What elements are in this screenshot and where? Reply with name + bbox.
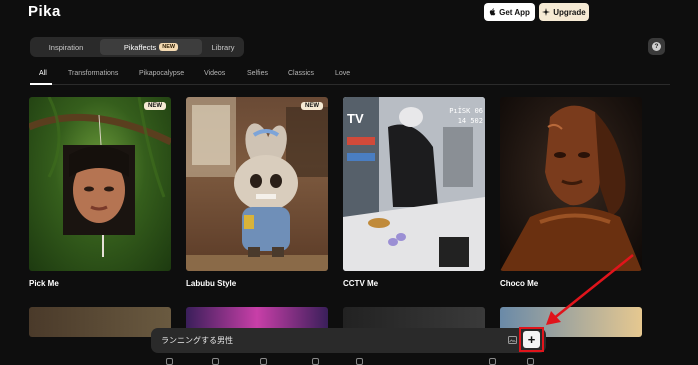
- cctv-overlay-text: TV: [347, 111, 364, 126]
- tab-pikaffects[interactable]: Pikaffects NEW: [100, 39, 202, 55]
- image-upload-icon[interactable]: [508, 336, 517, 344]
- effect-card-labubu-style[interactable]: NEW: [186, 97, 328, 271]
- upgrade-button[interactable]: Upgrade: [539, 3, 589, 21]
- upgrade-label: Upgrade: [553, 7, 586, 17]
- prompt-bar: [151, 328, 546, 353]
- highlight-box: [519, 327, 544, 352]
- tab-label: Inspiration: [48, 42, 84, 52]
- get-app-button[interactable]: Get App: [484, 3, 535, 21]
- category-videos[interactable]: Videos: [204, 70, 225, 77]
- apple-icon: [489, 8, 496, 16]
- card-title: CCTV Me: [343, 279, 379, 288]
- effect-card-row2-1[interactable]: [29, 307, 171, 337]
- prompt-input[interactable]: [161, 334, 501, 347]
- active-category-indicator: [30, 83, 52, 85]
- toolbar-icon[interactable]: [260, 358, 267, 365]
- tab-label: Library: [211, 42, 235, 52]
- category-all[interactable]: All: [39, 70, 47, 77]
- card-title: Choco Me: [500, 279, 539, 288]
- category-classics[interactable]: Classics: [288, 70, 314, 77]
- toolbar-icon[interactable]: [527, 358, 534, 365]
- choco-me-thumbnail: [500, 105, 642, 271]
- card-title: Pick Me: [29, 279, 59, 288]
- toolbar-icon[interactable]: [489, 358, 496, 365]
- pick-me-thumbnail: [29, 97, 171, 257]
- section-tabs: Inspiration Pikaffects NEW Library: [30, 37, 244, 57]
- tab-library[interactable]: Library: [204, 39, 242, 55]
- category-transformations[interactable]: Transformations: [68, 70, 118, 77]
- top-bar: Pika Get App Upgrade: [0, 0, 698, 26]
- question-icon: ?: [652, 42, 661, 51]
- category-divider: [30, 84, 670, 85]
- category-selfies[interactable]: Selfies: [247, 70, 268, 77]
- toolbar-icon[interactable]: [166, 358, 173, 365]
- card-title: Labubu Style: [186, 279, 237, 288]
- tab-inspiration[interactable]: Inspiration: [33, 39, 99, 55]
- effect-card-cctv-me[interactable]: TV PıİSK 06 14 502: [343, 97, 485, 271]
- category-pikapocalypse[interactable]: Pikapocalypse: [139, 70, 184, 77]
- new-badge: NEW: [301, 102, 323, 110]
- effect-card-choco-me[interactable]: [500, 97, 642, 271]
- help-button[interactable]: ?: [648, 38, 665, 55]
- toolbar-icon[interactable]: [312, 358, 319, 365]
- pika-logo[interactable]: Pika: [28, 3, 61, 20]
- toolbar-icon[interactable]: [356, 358, 363, 365]
- bottom-toolbar: [0, 358, 698, 365]
- tab-label: Pikaffects: [123, 42, 157, 52]
- sparkle-icon: [542, 8, 551, 16]
- new-badge: NEW: [144, 102, 166, 110]
- new-badge: NEW: [159, 43, 179, 51]
- labubu-style-thumbnail: [186, 97, 328, 271]
- effect-card-pick-me[interactable]: NEW: [29, 97, 171, 271]
- category-love[interactable]: Love: [335, 70, 350, 77]
- get-app-label: Get App: [499, 7, 530, 17]
- toolbar-icon[interactable]: [212, 358, 219, 365]
- cctv-timestamp: PıİSK 06 14 502: [449, 107, 483, 125]
